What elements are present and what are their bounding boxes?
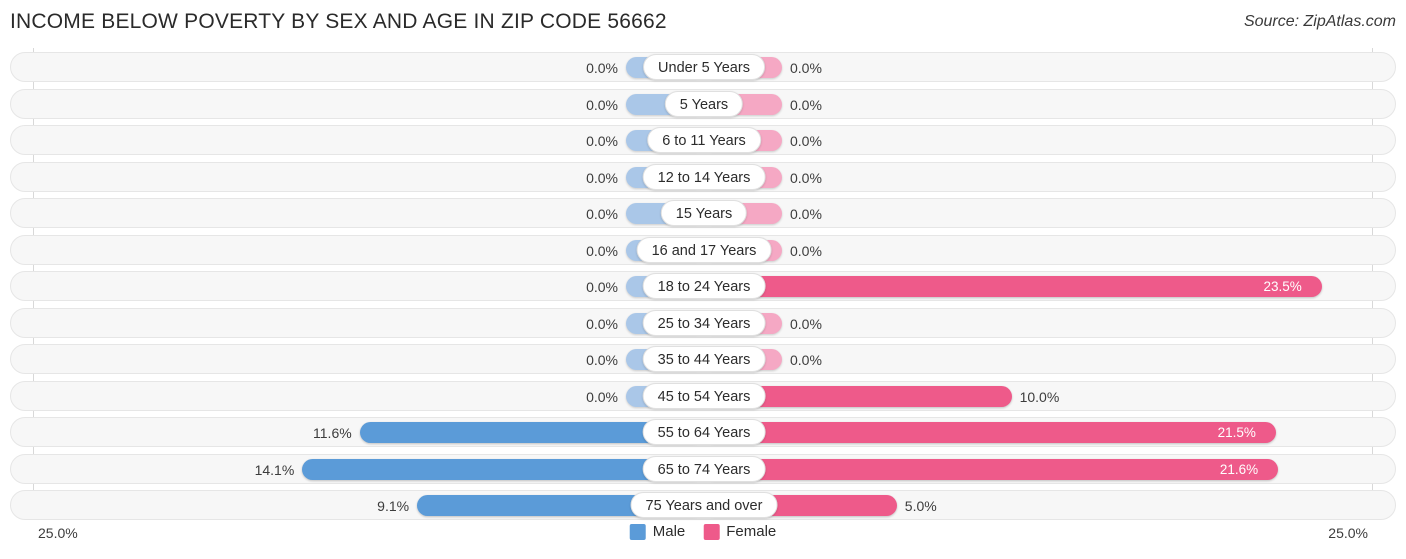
category-label-pill: 75 Years and over bbox=[630, 492, 778, 518]
chart-header: Income Below Poverty by Sex and Age in Z… bbox=[0, 0, 1406, 44]
legend-label-male: Male bbox=[652, 523, 686, 540]
value-label-male: 14.1% bbox=[254, 461, 295, 478]
value-label-male: 0.0% bbox=[586, 352, 618, 368]
value-label-male: 0.0% bbox=[586, 133, 618, 149]
value-label-male: 0.0% bbox=[586, 96, 618, 113]
value-label-female: 0.0% bbox=[790, 96, 822, 113]
chart-row-inner: 0.0% 0.0% 25 to 34 Years bbox=[11, 309, 1397, 337]
value-label-female: 0.0% bbox=[790, 315, 822, 332]
value-label-male: 9.1% bbox=[377, 498, 410, 514]
chart-row-inner: 0.0% 0.0% 5 Years bbox=[11, 90, 1397, 118]
chart-row: 0.0% 23.5% 18 to 24 Years bbox=[10, 271, 1396, 301]
value-label-male: 0.0% bbox=[586, 242, 618, 259]
chart-row: 0.0% 10.0% 45 to 54 Years bbox=[10, 380, 1397, 411]
chart-row-inner: 0.0% 0.0% 16 and 17 Years bbox=[11, 236, 1397, 264]
category-label-pill: 16 and 17 Years bbox=[636, 236, 772, 263]
legend-item-male[interactable]: Male bbox=[629, 523, 686, 540]
category-label-pill: 18 to 24 Years bbox=[642, 273, 766, 299]
bar-female[interactable] bbox=[704, 458, 1278, 480]
value-label-male: 0.0% bbox=[586, 279, 618, 295]
value-label-male: 0.0% bbox=[586, 315, 618, 332]
chart-row-inner: 9.1% 5.0% 75 Years and over bbox=[11, 491, 1397, 519]
legend-swatch-male-icon bbox=[629, 523, 646, 540]
value-label-female: 0.0% bbox=[790, 352, 822, 368]
category-label-pill: 5 Years bbox=[664, 90, 744, 117]
chart-row: 14.1% 21.6% 65 to 74 Years bbox=[10, 453, 1397, 484]
value-label-female: 0.0% bbox=[790, 242, 822, 259]
value-label-male: 0.0% bbox=[586, 388, 618, 405]
chart-row-inner: 0.0% 0.0% 12 to 14 Years bbox=[11, 163, 1397, 191]
chart-row-inner: 0.0% 0.0% 6 to 11 Years bbox=[11, 126, 1397, 154]
source-attribution: Source: ZipAtlas.com bbox=[1243, 13, 1396, 30]
category-label-pill: 65 to 74 Years bbox=[642, 455, 766, 482]
legend-swatch-female-icon bbox=[703, 523, 720, 540]
value-label-male: 0.0% bbox=[586, 206, 618, 222]
chart-row: 0.0% 0.0% 16 and 17 Years bbox=[10, 234, 1397, 265]
axis-tick-left: 25.0% bbox=[38, 525, 78, 541]
chart-footer: 25.0% 25.0% Male Female bbox=[0, 519, 1406, 559]
chart-row: 11.6% 21.5% 55 to 64 Years bbox=[10, 417, 1396, 447]
chart-row: 0.0% 0.0% 12 to 14 Years bbox=[10, 161, 1397, 192]
category-label-pill: 35 to 44 Years bbox=[642, 346, 766, 372]
value-label-male: 0.0% bbox=[586, 169, 618, 186]
page-title: Income Below Poverty by Sex and Age in Z… bbox=[10, 10, 667, 33]
chart-row-inner: 0.0% 0.0% Under 5 Years bbox=[11, 53, 1397, 81]
axis-tick-right: 25.0% bbox=[1328, 525, 1368, 541]
value-label-female: 0.0% bbox=[790, 169, 822, 186]
legend-label-female: Female bbox=[726, 523, 777, 540]
chart-row-inner: 14.1% 21.6% 65 to 74 Years bbox=[11, 455, 1397, 483]
chart-plot-area: 0.0% 0.0% Under 5 Years 0.0% 0.0% 5 Years 0.0%… bbox=[0, 48, 1406, 520]
chart-row: 9.1% 5.0% 75 Years and over bbox=[10, 490, 1396, 520]
value-label-female: 23.5% bbox=[1263, 279, 1302, 294]
value-label-male: 11.6% bbox=[313, 425, 352, 441]
value-label-female: 5.0% bbox=[904, 498, 937, 514]
legend-item-female[interactable]: Female bbox=[703, 523, 776, 540]
value-label-female: 21.5% bbox=[1217, 425, 1256, 440]
category-label-pill: Under 5 Years bbox=[643, 54, 765, 80]
chart-row: 0.0% 0.0% 6 to 11 Years bbox=[10, 125, 1396, 155]
category-label-pill: 6 to 11 Years bbox=[647, 127, 761, 153]
bar-female[interactable] bbox=[704, 276, 1322, 297]
chart-row: 0.0% 0.0% 15 Years bbox=[10, 198, 1396, 228]
value-label-female: 0.0% bbox=[790, 206, 822, 222]
chart-legend: Male Female bbox=[629, 523, 776, 540]
chart-row-inner: 0.0% 0.0% 15 Years bbox=[11, 199, 1397, 227]
value-label-female: 10.0% bbox=[1019, 388, 1060, 405]
category-label-pill: 25 to 34 Years bbox=[642, 309, 766, 336]
chart-row-inner: 0.0% 0.0% 35 to 44 Years bbox=[11, 345, 1397, 373]
value-label-female: 0.0% bbox=[790, 133, 822, 149]
category-label-pill: 45 to 54 Years bbox=[642, 382, 766, 409]
chart-page: Income Below Poverty by Sex and Age in Z… bbox=[0, 0, 1406, 559]
category-label-pill: 55 to 64 Years bbox=[642, 419, 766, 445]
category-label-pill: 12 to 14 Years bbox=[642, 163, 766, 190]
value-label-male: 0.0% bbox=[586, 60, 618, 76]
chart-row-inner: 11.6% 21.5% 55 to 64 Years bbox=[11, 418, 1397, 446]
chart-row-inner: 0.0% 23.5% 18 to 24 Years bbox=[11, 272, 1397, 300]
category-label-pill: 15 Years bbox=[660, 200, 748, 226]
chart-row: 0.0% 0.0% Under 5 Years bbox=[10, 52, 1396, 82]
chart-row: 0.0% 0.0% 35 to 44 Years bbox=[10, 344, 1396, 374]
bar-female[interactable] bbox=[704, 422, 1276, 443]
chart-row: 0.0% 0.0% 25 to 34 Years bbox=[10, 307, 1397, 338]
chart-row-inner: 0.0% 10.0% 45 to 54 Years bbox=[11, 382, 1397, 410]
value-label-female: 21.6% bbox=[1219, 461, 1259, 477]
chart-row: 0.0% 0.0% 5 Years bbox=[10, 88, 1397, 119]
value-label-female: 0.0% bbox=[790, 60, 822, 76]
